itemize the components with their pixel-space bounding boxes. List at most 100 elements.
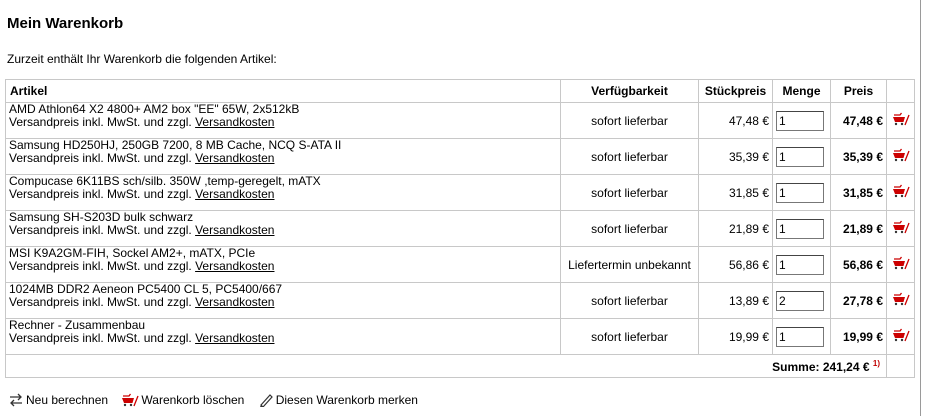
quantity-input[interactable] xyxy=(776,326,824,347)
pencil-icon xyxy=(259,394,273,407)
cart-item-row: Samsung HD250HJ, 250GB 7200, 8 MB Cache,… xyxy=(5,138,915,175)
remove-item-button[interactable] xyxy=(892,148,910,165)
cart-item-shipping: Versandpreis inkl. MwSt. und zzgl. Versa… xyxy=(9,186,557,201)
cart-item-availability: Liefertermin unbekannt xyxy=(560,246,699,283)
cart-item-article-cell: Samsung SH-S203D bulk schwarz Versandpre… xyxy=(5,210,561,247)
column-header-actions xyxy=(886,79,915,103)
cart-item-unit-price: 47,48 € xyxy=(698,102,773,139)
shipping-costs-link[interactable]: Versandkosten xyxy=(195,151,274,165)
cart-item-unit-price: 35,39 € xyxy=(698,138,773,175)
cart-item-quantity-cell xyxy=(772,102,831,139)
column-header-article: Artikel xyxy=(5,79,561,103)
cart-item-price: 47,48 € xyxy=(830,102,887,139)
cart-item-article-cell: Rechner - Zusammenbau Versandpreis inkl.… xyxy=(5,318,561,355)
remember-cart-button[interactable]: Diesen Warenkorb merken xyxy=(258,393,418,407)
delete-cart-icon xyxy=(892,220,910,234)
cart-item-availability: sofort lieferbar xyxy=(560,138,699,175)
cart-actions: Neu berechnen Warenkorb löschen Diesen W… xyxy=(8,393,428,410)
cart-item-shipping-text: Versandpreis inkl. MwSt. und zzgl. xyxy=(9,330,192,345)
column-header-quantity: Menge xyxy=(772,79,831,103)
delete-cart-icon xyxy=(892,112,910,126)
cart-item-shipping-text: Versandpreis inkl. MwSt. und zzgl. xyxy=(9,258,192,273)
quantity-input[interactable] xyxy=(776,218,824,239)
cart-item-article-cell: 1024MB DDR2 Aeneon PC5400 CL 5, PC5400/6… xyxy=(5,282,561,319)
cart-item-quantity-cell xyxy=(772,246,831,283)
cart-item-article-cell: AMD Athlon64 X2 4800+ AM2 box "EE" 65W, … xyxy=(5,102,561,139)
column-header-price: Preis xyxy=(830,79,887,103)
cart-item-quantity-cell xyxy=(772,138,831,175)
remove-item-button[interactable] xyxy=(892,328,910,345)
cart-item-row: Samsung SH-S203D bulk schwarz Versandpre… xyxy=(5,210,915,247)
delete-cart-icon xyxy=(892,328,910,342)
cart-item-article-cell: Compucase 6K11BS sch/silb. 350W ,temp-ge… xyxy=(5,174,561,211)
remove-item-button[interactable] xyxy=(892,292,910,309)
cart-item-delete-cell xyxy=(886,246,915,283)
cart-item-price: 56,86 € xyxy=(830,246,887,283)
cart-header-row: Artikel Verfügbarkeit Stückpreis Menge P… xyxy=(5,79,915,103)
cart-item-article-cell: MSI K9A2GM-FIH, Sockel AM2+, mATX, PCIe … xyxy=(5,246,561,283)
cart-item-price: 31,85 € xyxy=(830,174,887,211)
cart-item-quantity-cell xyxy=(772,282,831,319)
cart-item-price: 19,99 € xyxy=(830,318,887,355)
cart-item-row: MSI K9A2GM-FIH, Sockel AM2+, mATX, PCIe … xyxy=(5,246,915,283)
cart-item-availability: sofort lieferbar xyxy=(560,210,699,247)
cart-item-unit-price: 56,86 € xyxy=(698,246,773,283)
cart-item-shipping-text: Versandpreis inkl. MwSt. und zzgl. xyxy=(9,150,192,165)
shipping-costs-link[interactable]: Versandkosten xyxy=(195,331,274,345)
cart-item-availability: sofort lieferbar xyxy=(560,318,699,355)
quantity-input[interactable] xyxy=(776,182,824,203)
cart-item-quantity-cell xyxy=(772,210,831,247)
remove-item-button[interactable] xyxy=(892,184,910,201)
cart-item-availability: sofort lieferbar xyxy=(560,174,699,211)
footnote-marker: 1) xyxy=(872,358,880,368)
shipping-costs-link[interactable]: Versandkosten xyxy=(195,187,274,201)
shipping-costs-link[interactable]: Versandkosten xyxy=(195,295,274,309)
cart-item-shipping-text: Versandpreis inkl. MwSt. und zzgl. xyxy=(9,222,192,237)
cart-item-price: 21,89 € xyxy=(830,210,887,247)
delete-cart-icon xyxy=(892,292,910,306)
page-title: Mein Warenkorb xyxy=(7,15,124,32)
cart-intro-text: Zurzeit enthält Ihr Warenkorb die folgen… xyxy=(7,52,277,66)
cart-item-shipping-text: Versandpreis inkl. MwSt. und zzgl. xyxy=(9,114,192,129)
cart-item-delete-cell xyxy=(886,138,915,175)
cart-table: Artikel Verfügbarkeit Stückpreis Menge P… xyxy=(5,79,915,378)
cart-item-shipping-text: Versandpreis inkl. MwSt. und zzgl. xyxy=(9,186,192,201)
cart-body: AMD Athlon64 X2 4800+ AM2 box "EE" 65W, … xyxy=(5,102,915,355)
recalculate-label: Neu berechnen xyxy=(26,393,109,407)
quantity-input[interactable] xyxy=(776,290,824,311)
cart-item-unit-price: 13,89 € xyxy=(698,282,773,319)
remove-item-button[interactable] xyxy=(892,112,910,129)
cart-item-article-cell: Samsung HD250HJ, 250GB 7200, 8 MB Cache,… xyxy=(5,138,561,175)
clear-cart-label: Warenkorb löschen xyxy=(141,393,245,407)
cart-item-shipping: Versandpreis inkl. MwSt. und zzgl. Versa… xyxy=(9,150,557,165)
cart-sum: Summe: 241,24 € xyxy=(772,359,870,374)
remove-item-button[interactable] xyxy=(892,220,910,237)
shipping-costs-link[interactable]: Versandkosten xyxy=(195,259,274,273)
remove-item-button[interactable] xyxy=(892,256,910,273)
quantity-input[interactable] xyxy=(776,146,824,167)
shipping-costs-link[interactable]: Versandkosten xyxy=(195,115,274,129)
quantity-input[interactable] xyxy=(776,254,824,275)
shipping-costs-link[interactable]: Versandkosten xyxy=(195,223,274,237)
cart-item-row: Compucase 6K11BS sch/silb. 350W ,temp-ge… xyxy=(5,174,915,211)
cart-sum-cell: Summe: 241,24 € 1) xyxy=(5,354,887,378)
cart-item-row: Rechner - Zusammenbau Versandpreis inkl.… xyxy=(5,318,915,355)
column-header-unit-price: Stückpreis xyxy=(698,79,773,103)
recalculate-button[interactable]: Neu berechnen xyxy=(8,393,108,407)
cart-sum-row: Summe: 241,24 € 1) xyxy=(5,354,915,378)
delete-cart-icon xyxy=(892,184,910,198)
cart-item-shipping: Versandpreis inkl. MwSt. und zzgl. Versa… xyxy=(9,295,557,309)
cart-item-unit-price: 19,99 € xyxy=(698,318,773,355)
quantity-input[interactable] xyxy=(776,110,824,131)
cart-item-delete-cell xyxy=(886,102,915,139)
cart-sum-empty-cell xyxy=(886,354,915,378)
cart-item-delete-cell xyxy=(886,210,915,247)
clear-cart-button[interactable]: Warenkorb löschen xyxy=(121,393,244,407)
cart-item-row: 1024MB DDR2 Aeneon PC5400 CL 5, PC5400/6… xyxy=(5,282,915,319)
column-header-availability: Verfügbarkeit xyxy=(560,79,699,103)
cart-item-unit-price: 21,89 € xyxy=(698,210,773,247)
cart-item-shipping: Versandpreis inkl. MwSt. und zzgl. Versa… xyxy=(9,114,557,129)
cart-item-availability: sofort lieferbar xyxy=(560,102,699,139)
page-right-border xyxy=(920,0,921,416)
cart-item-shipping: Versandpreis inkl. MwSt. und zzgl. Versa… xyxy=(9,330,557,345)
